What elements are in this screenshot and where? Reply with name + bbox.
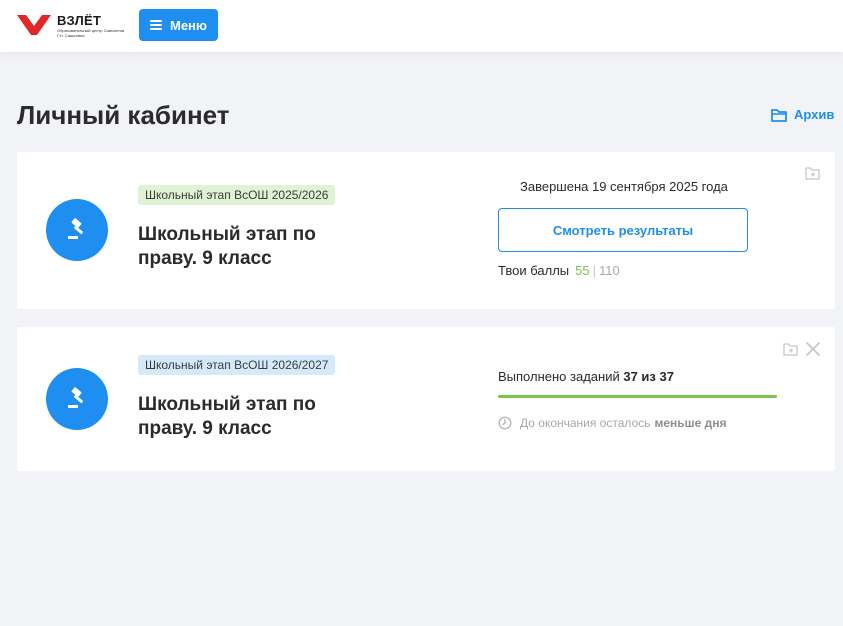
progress-bar: [498, 395, 777, 398]
time-left: До окончания осталось меньше дня: [498, 416, 727, 430]
score-max: 110: [599, 263, 620, 278]
stage-badge: Школьный этап ВсОШ 2026/2027: [138, 355, 336, 375]
folder-icon: [771, 108, 787, 122]
archive-link-label: Архив: [794, 107, 835, 122]
menu-button-label: Меню: [169, 17, 207, 33]
clock-icon: [498, 416, 512, 430]
archive-link[interactable]: Архив: [771, 107, 834, 122]
status-text: Завершена 19 сентября 2025 года: [520, 179, 728, 194]
score-line: Твои баллы 55 | 110: [498, 263, 620, 278]
page-title: Личный кабинет: [17, 100, 230, 130]
stage-badge: Школьный этап ВсОШ 2025/2026: [138, 185, 336, 205]
gavel-icon: [68, 218, 84, 239]
archive-folder-icon[interactable]: [783, 342, 798, 356]
tasks-completed: Выполнено заданий 37 из 37: [498, 369, 674, 384]
olympiad-title[interactable]: Школьный этап по праву. 9 класс: [138, 393, 378, 441]
close-icon[interactable]: [806, 342, 820, 356]
olympiad-title[interactable]: Школьный этап по праву. 9 класс: [138, 223, 378, 271]
tasks-completed-label: Выполнено заданий: [498, 369, 620, 384]
menu-button[interactable]: Меню: [139, 9, 218, 41]
tasks-completed-value: 37 из 37: [623, 369, 674, 384]
hamburger-icon: [149, 20, 162, 30]
view-results-button[interactable]: Смотреть результаты: [498, 208, 748, 252]
logo-title: ВЗЛЁТ: [57, 13, 102, 28]
avatar: [46, 368, 108, 430]
top-header: ВЗЛЁТ Образовательный центр Самолетов Г.…: [0, 0, 843, 52]
logo-mark-icon: [17, 15, 51, 35]
time-left-label: До окончания осталось: [520, 416, 651, 430]
avatar: [46, 199, 108, 261]
logo[interactable]: ВЗЛЁТ Образовательный центр Самолетов Г.…: [17, 13, 124, 39]
progress-fill: [498, 395, 777, 398]
score-separator: |: [592, 263, 596, 278]
olympiad-card: Школьный этап ВсОШ 2025/2026 Школьный эт…: [17, 152, 835, 309]
logo-subtitle: Образовательный центр Самолетов Г.Н. Саш…: [57, 28, 125, 38]
archive-folder-icon[interactable]: [805, 166, 820, 180]
score-label: Твои баллы: [498, 263, 570, 278]
gavel-icon: [68, 387, 84, 408]
score-value: 55: [575, 263, 590, 278]
olympiad-card: Школьный этап ВсОШ 2026/2027 Школьный эт…: [17, 327, 835, 471]
time-left-value: меньше дня: [654, 416, 727, 430]
